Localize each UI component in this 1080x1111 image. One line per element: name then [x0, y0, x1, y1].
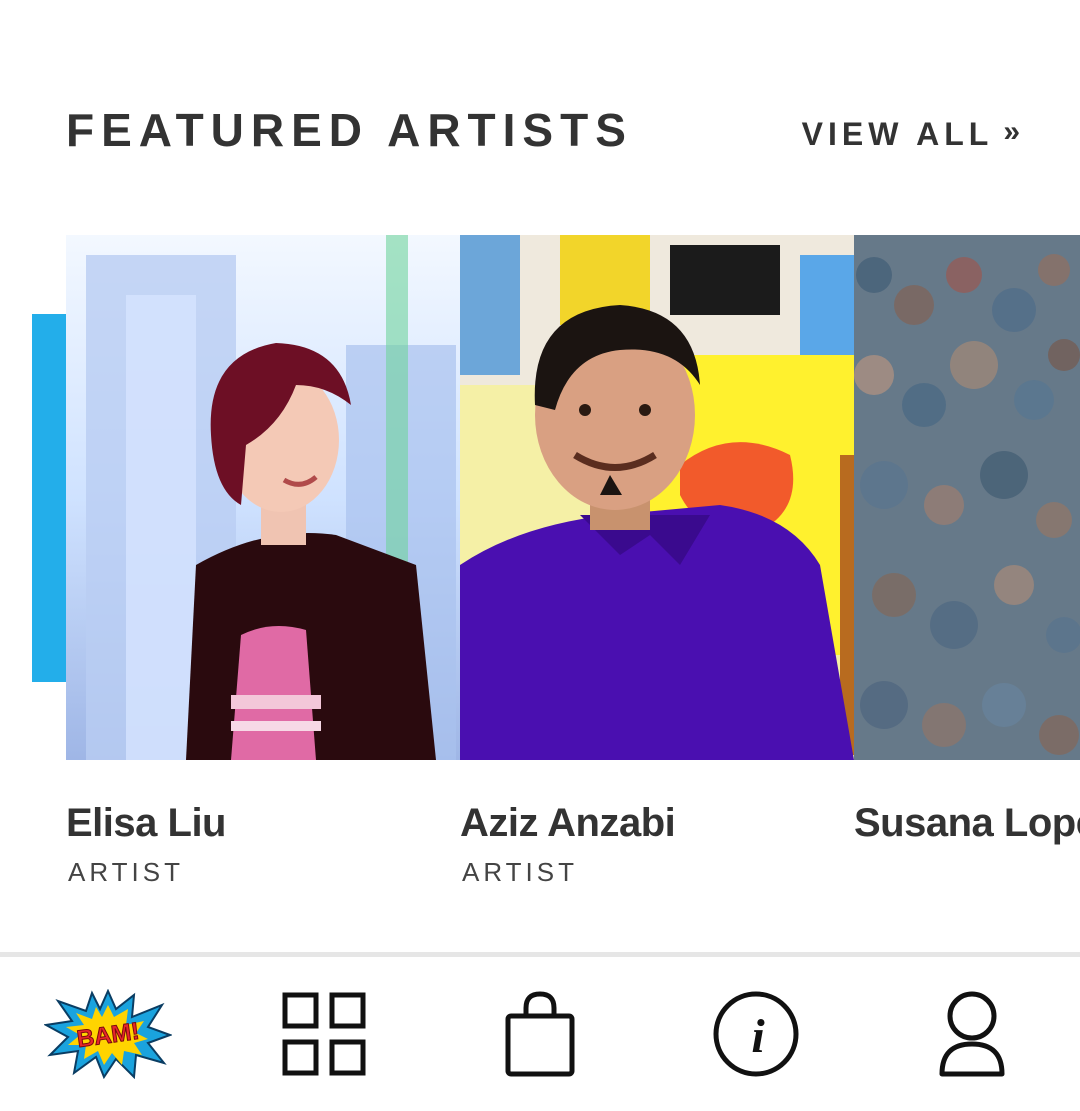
artist-card[interactable]: Elisa Liu ARTIST — [66, 235, 460, 895]
artist-name: Elisa Liu — [66, 801, 227, 845]
bam-logo-icon: BAM! — [44, 989, 172, 1079]
section-title: FEATURED ARTISTS — [66, 104, 633, 156]
nav-info[interactable]: i — [686, 974, 826, 1094]
nav-home-bam[interactable]: BAM! — [38, 974, 178, 1094]
artist-photo — [854, 235, 1080, 760]
artist-role: ARTIST — [462, 857, 578, 887]
view-all-link[interactable]: VIEW ALL » — [801, 115, 1020, 153]
svg-text:i: i — [751, 1010, 765, 1063]
artist-role: ARTIST — [68, 857, 184, 887]
shopping-bag-icon — [504, 990, 576, 1078]
nav-shop[interactable] — [470, 974, 610, 1094]
user-icon — [936, 990, 1008, 1078]
bottom-navigation-bar: BAM! i — [0, 957, 1080, 1111]
artist-card[interactable]: Susana Lopez — [854, 235, 1080, 895]
artist-card[interactable]: Aziz Anzabi ARTIST — [460, 235, 854, 895]
grid-icon — [281, 991, 367, 1077]
nav-profile[interactable] — [902, 974, 1042, 1094]
artist-name: Aziz Anzabi — [460, 801, 676, 845]
double-chevron-right-icon: » — [1003, 115, 1020, 148]
artist-name: Susana Lopez — [854, 801, 1080, 845]
artist-photo — [66, 235, 460, 760]
section-header: FEATURED ARTISTS VIEW ALL » — [66, 100, 1020, 160]
carousel-active-indicator — [32, 314, 66, 682]
view-all-label: VIEW ALL — [801, 115, 994, 152]
artists-carousel[interactable]: Elisa Liu ARTIST Aziz Anzabi ARTIST Susa… — [66, 235, 1080, 895]
featured-artists-screen: FEATURED ARTISTS VIEW ALL » Elisa Liu AR… — [0, 0, 1080, 1111]
artist-photo — [460, 235, 854, 760]
nav-categories[interactable] — [254, 974, 394, 1094]
info-icon: i — [712, 990, 800, 1078]
